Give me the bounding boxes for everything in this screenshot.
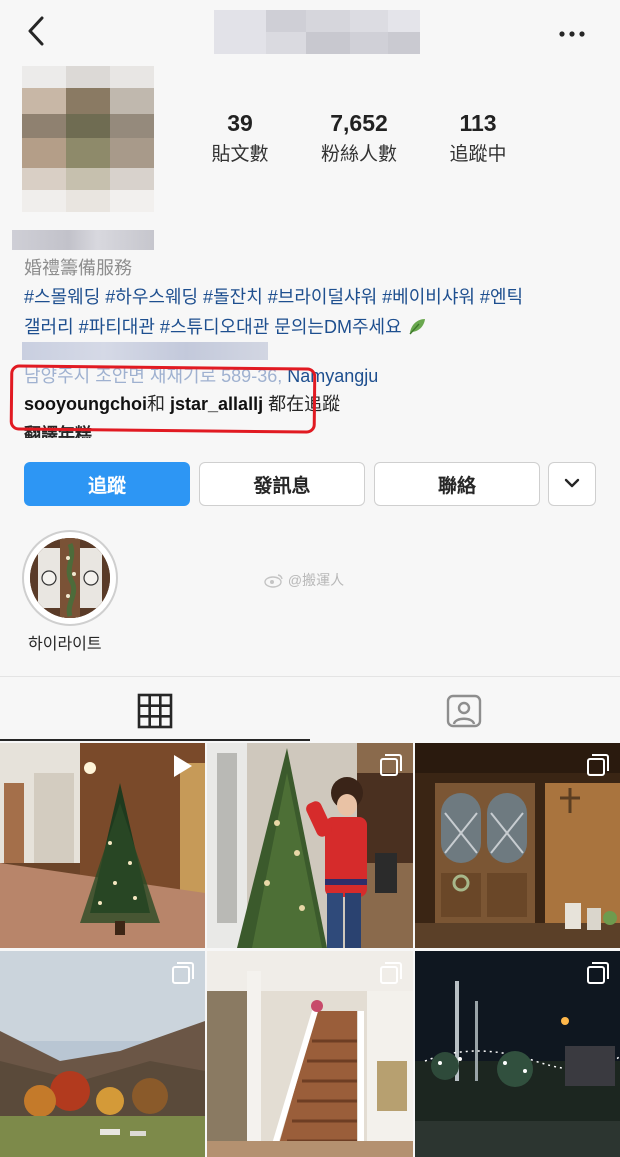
username-blurred [214,10,420,54]
profile-stats: 39 貼文數 7,652 粉絲人數 113 追蹤中 [190,110,530,170]
chevron-down-icon [563,473,581,495]
back-arrow-icon[interactable] [22,14,52,48]
active-tab-indicator [0,739,310,741]
multiple-photos-icon [379,753,403,777]
red-annotation-circle [9,364,317,434]
post-night-lights[interactable] [415,951,620,1157]
post-christmas-tree-deck[interactable] [0,743,205,948]
display-name-blurred [12,230,154,250]
tagged-person-icon [446,693,482,734]
stat-posts[interactable]: 39 貼文數 [190,110,290,166]
bio-hashtags-line1[interactable]: #스몰웨딩 #하우스웨딩 #돌잔치 #브라이덜샤워 #베이비샤워 #엔틱 [24,282,594,312]
watermark-text: @搬運人 [287,572,345,588]
highlight-label: 하이라이트 [28,636,102,653]
multiple-photos-icon [586,753,610,777]
stat-following[interactable]: 113 追蹤中 [430,110,526,166]
posts-label: 貼文數 [211,144,269,165]
bio-hashtags-line2[interactable]: 갤러리 #파티대관 #스튜디오대관 문의는DM주세요 [24,312,594,342]
leaf-icon [407,314,427,335]
multiple-photos-icon [171,961,195,985]
bio-line2-text: 갤러리 #파티대관 #스튜디오대관 문의는DM주세요 [24,317,402,337]
tab-tagged[interactable] [310,677,620,741]
profile-avatar[interactable] [22,66,154,212]
profile-bio: #스몰웨딩 #하우스웨딩 #돌잔치 #브라이덜샤워 #베이비샤워 #엔틱 갤러리… [24,282,594,342]
profile-category: 婚禮籌備服務 [24,258,132,278]
highlight-thumbnail [30,538,110,618]
followers-count: 7,652 [330,110,388,136]
more-options-icon[interactable] [556,22,588,42]
video-icon [169,753,195,779]
contact-button[interactable]: 聯絡 [374,462,540,506]
story-highlight[interactable] [22,530,118,626]
post-wooden-doors[interactable] [415,743,620,948]
weibo-icon [264,574,283,588]
following-count: 113 [459,110,497,136]
multiple-photos-icon [586,961,610,985]
post-woman-decorating-tree[interactable] [207,743,413,948]
posts-grid [0,743,620,1157]
multiple-photos-icon [379,961,403,985]
suggested-accounts-button[interactable] [548,462,596,506]
grid-icon [137,693,173,734]
stat-followers[interactable]: 7,652 粉絲人數 [304,110,414,166]
following-label: 追蹤中 [449,144,507,165]
tab-posts-grid[interactable] [0,677,310,741]
top-bar [0,0,620,62]
weibo-watermark: @搬運人 [264,570,344,590]
followers-label: 粉絲人數 [320,144,397,165]
message-button[interactable]: 發訊息 [199,462,365,506]
follow-button[interactable]: 追蹤 [24,462,190,506]
post-autumn-mountains[interactable] [0,951,205,1157]
post-white-staircase[interactable] [207,951,413,1157]
address-blur [22,342,268,360]
posts-count: 39 [227,110,253,136]
